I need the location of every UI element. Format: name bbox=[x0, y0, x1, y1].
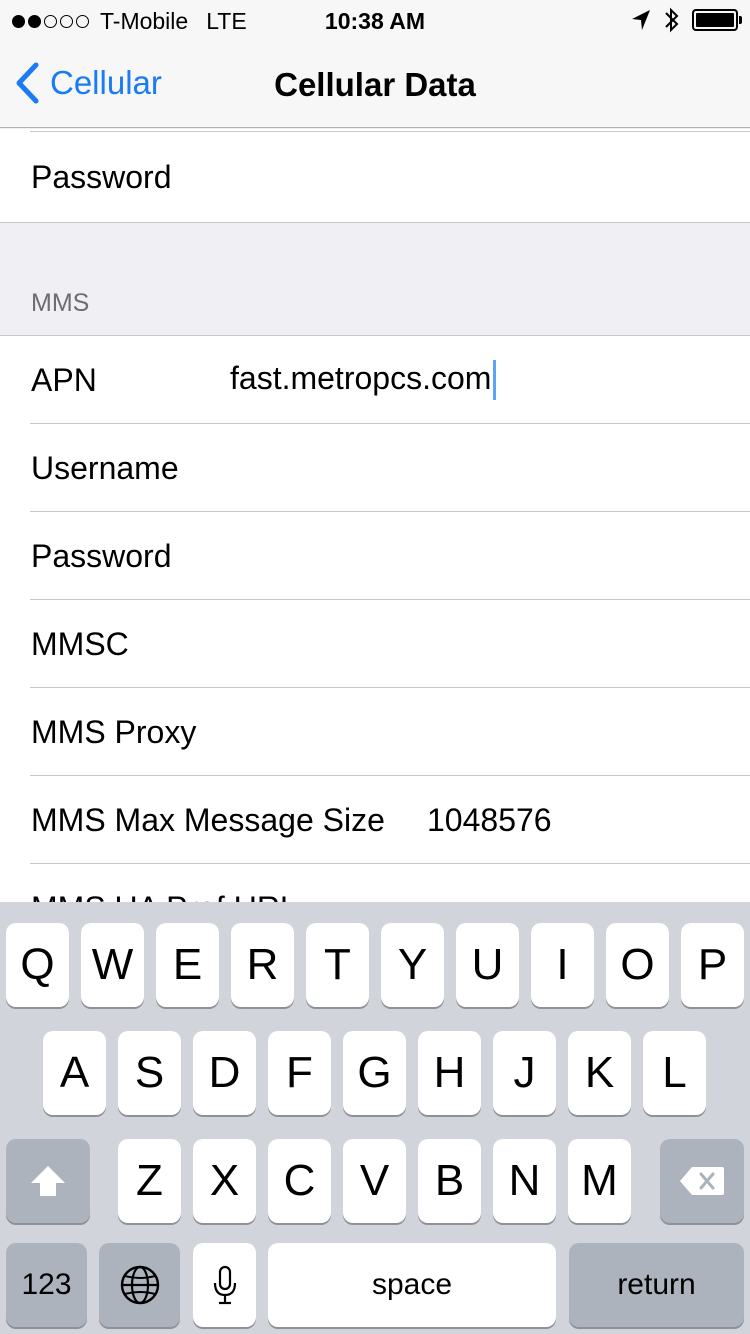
mms-ua-prof-label: MMS UA Prof URL bbox=[31, 890, 298, 903]
key-y[interactable]: Y bbox=[381, 923, 444, 1007]
mmsc-row[interactable]: MMSC bbox=[0, 600, 750, 688]
apn-input-wrapper[interactable]: fast.metropcs.com bbox=[230, 360, 497, 401]
key-v[interactable]: V bbox=[343, 1139, 406, 1223]
battery-icon bbox=[692, 9, 742, 31]
mms-proxy-label: MMS Proxy bbox=[31, 713, 197, 750]
bluetooth-icon bbox=[665, 7, 679, 33]
mms-password-label: Password bbox=[31, 537, 172, 574]
password-row[interactable]: Password bbox=[0, 132, 750, 222]
key-q[interactable]: Q bbox=[6, 923, 69, 1007]
key-p[interactable]: P bbox=[681, 923, 744, 1007]
shift-key[interactable] bbox=[6, 1139, 90, 1223]
text-cursor bbox=[493, 360, 497, 401]
dictation-key[interactable] bbox=[193, 1243, 256, 1327]
keyboard: Q W E R T Y U I O P A S D F G H J K L Z … bbox=[0, 902, 750, 1334]
mms-max-size-label: MMS Max Message Size bbox=[31, 801, 385, 838]
key-z[interactable]: Z bbox=[118, 1139, 181, 1223]
mms-password-row[interactable]: Password bbox=[0, 512, 750, 600]
mms-max-size-row[interactable]: MMS Max Message Size 1048576 bbox=[0, 776, 750, 864]
key-s[interactable]: S bbox=[118, 1031, 181, 1115]
key-d[interactable]: D bbox=[193, 1031, 256, 1115]
mmsc-label: MMSC bbox=[31, 625, 129, 662]
cellular-data-group: Password bbox=[0, 129, 750, 222]
mms-group: APN fast.metropcs.com Username Password … bbox=[0, 336, 750, 902]
mms-username-label: Username bbox=[31, 449, 179, 486]
return-key[interactable]: return bbox=[569, 1243, 744, 1327]
microphone-icon bbox=[213, 1265, 236, 1305]
key-e[interactable]: E bbox=[156, 923, 219, 1007]
key-r[interactable]: R bbox=[231, 923, 294, 1007]
page-title: Cellular Data bbox=[274, 66, 476, 103]
apn-input[interactable]: fast.metropcs.com bbox=[230, 360, 491, 396]
key-g[interactable]: G bbox=[343, 1031, 406, 1115]
mms-section-header: MMS bbox=[31, 289, 90, 317]
globe-key[interactable] bbox=[99, 1243, 180, 1327]
globe-icon bbox=[120, 1265, 159, 1305]
key-l[interactable]: L bbox=[643, 1031, 706, 1115]
key-w[interactable]: W bbox=[81, 923, 144, 1007]
key-a[interactable]: A bbox=[43, 1031, 106, 1115]
key-i[interactable]: I bbox=[531, 923, 594, 1007]
status-bar: T-Mobile LTE 10:38 AM bbox=[0, 0, 750, 40]
numbers-key[interactable]: 123 bbox=[6, 1243, 87, 1327]
apn-label: APN bbox=[31, 361, 97, 398]
mms-username-row[interactable]: Username bbox=[0, 424, 750, 512]
key-m[interactable]: M bbox=[568, 1139, 631, 1223]
key-o[interactable]: O bbox=[606, 923, 669, 1007]
mms-max-size-input[interactable]: 1048576 bbox=[427, 802, 552, 839]
key-c[interactable]: C bbox=[268, 1139, 331, 1223]
apn-row[interactable]: APN fast.metropcs.com bbox=[0, 336, 750, 424]
key-n[interactable]: N bbox=[493, 1139, 556, 1223]
key-k[interactable]: K bbox=[568, 1031, 631, 1115]
mms-proxy-row[interactable]: MMS Proxy bbox=[0, 688, 750, 776]
status-right bbox=[630, 6, 742, 34]
key-j[interactable]: J bbox=[493, 1031, 556, 1115]
key-h[interactable]: H bbox=[418, 1031, 481, 1115]
delete-icon bbox=[680, 1167, 724, 1195]
shift-icon bbox=[31, 1166, 65, 1196]
mms-ua-prof-row[interactable]: MMS UA Prof URL bbox=[0, 864, 750, 903]
space-key[interactable]: space bbox=[268, 1243, 556, 1327]
settings-content[interactable]: Password MMS APN fast.metropcs.com Usern… bbox=[0, 129, 750, 902]
delete-key[interactable] bbox=[660, 1139, 744, 1223]
key-x[interactable]: X bbox=[193, 1139, 256, 1223]
location-arrow-icon bbox=[632, 10, 650, 30]
password-label: Password bbox=[31, 158, 172, 195]
key-b[interactable]: B bbox=[418, 1139, 481, 1223]
key-t[interactable]: T bbox=[306, 923, 369, 1007]
key-f[interactable]: F bbox=[268, 1031, 331, 1115]
key-u[interactable]: U bbox=[456, 923, 519, 1007]
navigation-bar: Cellular Cellular Data bbox=[0, 40, 750, 128]
